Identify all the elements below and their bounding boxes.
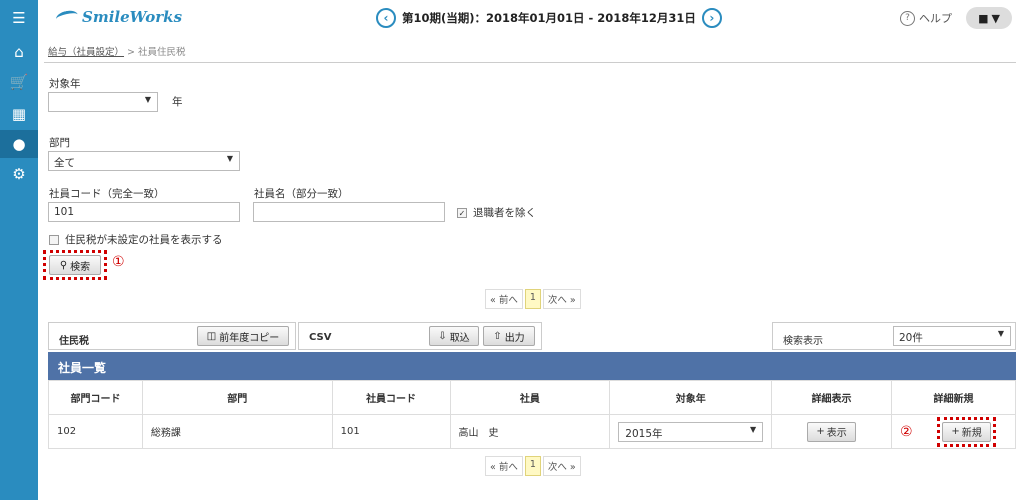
next-period-icon[interactable]: › — [701, 8, 722, 28]
period-nav: ‹ 第10期(当期)：2018年01月01日 - 2018年12月31日 › — [376, 8, 722, 28]
emp-name-label: 社員名（部分一致） — [254, 188, 349, 200]
user-icon: ■ — [978, 11, 989, 25]
pager-bottom: « 前へ 1 次へ » — [485, 456, 581, 476]
highlight-box-2: + 新規 — [937, 416, 996, 447]
cell-dept-code: 102 — [48, 414, 143, 449]
cell-view: + 表示 — [771, 414, 893, 449]
cell-year: 2015年 ▼ — [609, 414, 773, 449]
cell-dept: 総務課 — [141, 414, 333, 449]
prev-page-link[interactable]: « 前へ — [485, 456, 523, 476]
col-emp: 社員 — [449, 380, 611, 415]
copy-prev-year-button[interactable]: ◫ 前年度コピー — [197, 326, 289, 346]
table-header-row: 部門コード 部門 社員コード 社員 対象年 詳細表示 詳細新規 — [48, 380, 1016, 415]
export-button[interactable]: ⇧ 出力 — [483, 326, 535, 346]
search-button[interactable]: ⚲ 検索 — [49, 255, 101, 275]
display-count-panel: 検索表示 20件 ▼ — [772, 322, 1016, 350]
user-menu-button[interactable]: ■ ▼ — [966, 7, 1012, 29]
employee-table: 部門コード 部門 社員コード 社員 対象年 詳細表示 詳細新規 102 総務課 … — [48, 380, 1016, 449]
col-dept-code: 部門コード — [48, 380, 143, 415]
cart-icon[interactable]: 🛒 — [0, 68, 38, 96]
import-button[interactable]: ⇩ 取込 — [429, 326, 479, 346]
next-page-link[interactable]: 次へ » — [542, 289, 581, 309]
money-bag-icon[interactable]: ● — [0, 130, 38, 158]
logo-swoosh-icon — [54, 8, 80, 26]
chevron-down-icon: ▼ — [226, 154, 233, 163]
year-label: 対象年 — [49, 78, 81, 90]
col-emp-code: 社員コード — [331, 380, 451, 415]
plus-icon: + — [951, 426, 960, 437]
checkbox-icon — [49, 234, 59, 245]
show-unset-checkbox[interactable]: 住民税が未設定の社員を表示する — [49, 232, 223, 247]
period-label: 第10期(当期)：2018年01月01日 - 2018年12月31日 — [402, 11, 696, 25]
calculator-icon[interactable]: ▦ — [0, 100, 38, 128]
row-year-select[interactable]: 2015年 ▼ — [618, 421, 764, 442]
page-number[interactable]: 1 — [524, 456, 541, 476]
divider — [44, 62, 1016, 63]
breadcrumb-current: 社員住民税 — [138, 47, 186, 58]
chevron-down-icon: ▼ — [997, 329, 1004, 338]
col-year: 対象年 — [609, 380, 773, 415]
breadcrumb: 給与（社員設定） > 社員住民税 — [48, 47, 186, 58]
copy-icon: ◫ — [206, 330, 217, 342]
page-number[interactable]: 1 — [524, 289, 541, 309]
menu-icon[interactable]: ☰ — [0, 4, 38, 32]
year-select[interactable]: ▼ — [48, 92, 158, 112]
breadcrumb-parent[interactable]: 給与（社員設定） — [48, 47, 124, 58]
gear-icon[interactable]: ⚙ — [0, 160, 38, 188]
csv-panel: CSV ⇩ 取込 ⇧ 出力 — [298, 322, 542, 350]
exclude-retired-checkbox[interactable]: ✓ 退職者を除く — [457, 205, 536, 220]
header: SmileWorks ‹ 第10期(当期)：2018年01月01日 - 2018… — [38, 0, 1024, 36]
resident-tax-panel: 住民税 ◫ 前年度コピー — [48, 322, 296, 350]
dept-label: 部門 — [49, 137, 70, 149]
prev-period-icon[interactable]: ‹ — [376, 8, 396, 28]
download-icon: ⇩ — [438, 330, 447, 342]
emp-code-input[interactable]: 101 — [48, 202, 240, 222]
annotation-mark-1: ① — [112, 254, 125, 270]
help-icon: ? — [900, 10, 915, 26]
prev-page-link[interactable]: « 前へ — [485, 289, 523, 309]
view-button[interactable]: + 表示 — [807, 421, 856, 442]
col-new: 詳細新規 — [891, 380, 1016, 415]
emp-code-label: 社員コード（完全一致） — [49, 188, 165, 200]
chevron-down-icon: ▼ — [991, 11, 1000, 25]
sidebar: ☰ ⌂ 🛒 ▦ ● ⚙ — [0, 0, 38, 500]
dept-select[interactable]: 全て ▼ — [48, 151, 240, 171]
emp-name-input[interactable] — [253, 202, 445, 222]
table-row: 102 総務課 101 高山 史 2015年 ▼ + 表示 ② + 新規 — [48, 414, 1016, 449]
annotation-mark-2: ② — [900, 424, 913, 440]
next-page-link[interactable]: 次へ » — [542, 456, 581, 476]
help-link[interactable]: ? ヘルプ — [900, 10, 952, 26]
checkbox-checked-icon: ✓ — [457, 207, 467, 218]
pager-top: « 前へ 1 次へ » — [485, 289, 581, 309]
search-icon: ⚲ — [59, 259, 68, 271]
plus-icon: + — [816, 426, 825, 437]
cell-new: ② + 新規 — [891, 414, 1016, 449]
col-dept: 部門 — [141, 380, 333, 415]
cell-emp: 高山 史 — [449, 414, 611, 449]
cell-emp-code: 101 — [331, 414, 451, 449]
col-view: 詳細表示 — [771, 380, 893, 415]
chevron-down-icon: ▼ — [144, 95, 151, 104]
new-button[interactable]: + 新規 — [942, 421, 991, 442]
logo[interactable]: SmileWorks — [54, 8, 182, 26]
year-suffix: 年 — [172, 96, 183, 108]
list-title: 社員一覧 — [48, 352, 1016, 380]
chevron-down-icon: ▼ — [749, 424, 757, 434]
upload-icon: ⇧ — [493, 330, 502, 342]
home-icon[interactable]: ⌂ — [0, 38, 38, 66]
display-count-select[interactable]: 20件 ▼ — [893, 326, 1011, 346]
